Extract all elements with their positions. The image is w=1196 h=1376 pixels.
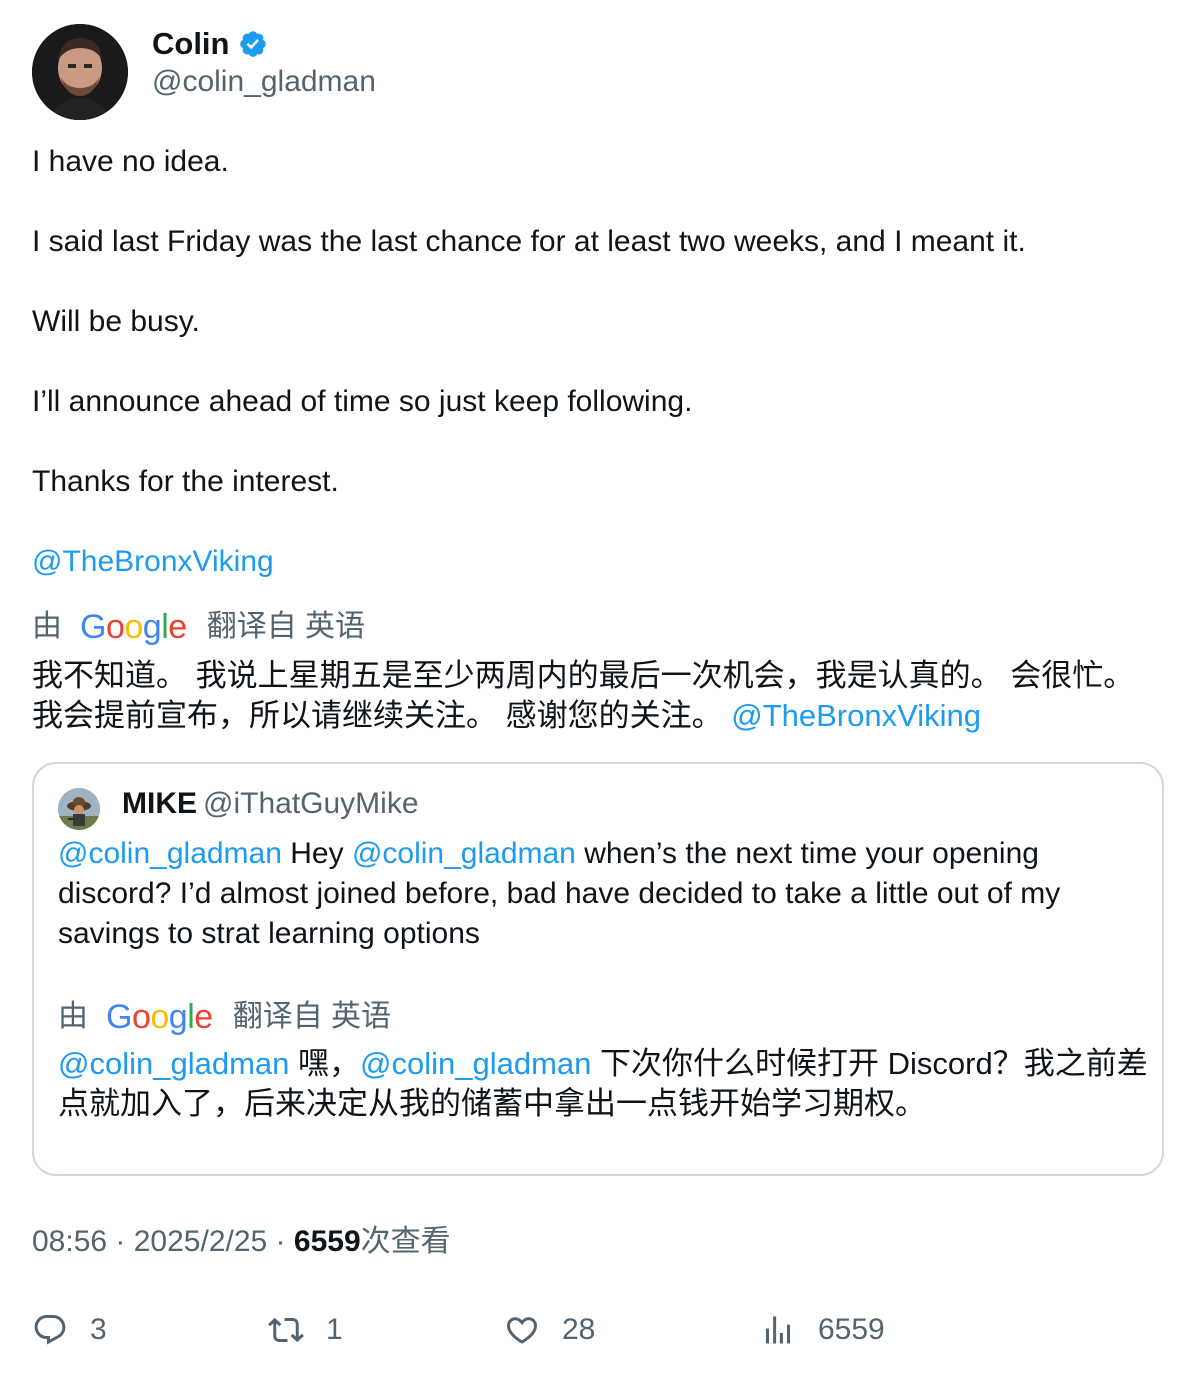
views-action-count: 6559 <box>818 1313 885 1346</box>
tweet-line: Will be busy. <box>32 305 200 338</box>
mention-link[interactable]: @TheBronxViking <box>32 545 274 578</box>
views-label: 次查看 <box>360 1225 451 1258</box>
tweet-line: Thanks for the interest. <box>32 465 339 498</box>
mention-link[interactable]: @colin_gladman <box>360 1046 591 1081</box>
translated-by-label: 由 <box>58 1000 88 1033</box>
reply-count: 3 <box>90 1313 107 1346</box>
views-button[interactable]: 6559 <box>760 1308 885 1352</box>
mention-link[interactable]: @colin_gladman <box>58 1046 289 1081</box>
reply-icon <box>34 1315 66 1345</box>
quoted-author-avatar[interactable] <box>58 788 100 830</box>
retweet-count: 1 <box>326 1313 343 1346</box>
tweet-line: I have no idea. <box>32 145 229 178</box>
quoted-translated-text: @colin_gladman 嘿，@colin_gladman 下次你什么时候打… <box>58 1044 1148 1124</box>
heart-icon <box>506 1317 538 1344</box>
meta-separator: · <box>267 1225 294 1258</box>
quoted-author-row[interactable]: MIKE @iThatGuyMike <box>122 784 419 824</box>
mention-link[interactable]: @colin_gladman <box>352 837 576 870</box>
google-logo: Google <box>106 998 213 1036</box>
author-handle[interactable]: @colin_gladman <box>152 64 376 100</box>
mention-link[interactable]: @TheBronxViking <box>731 698 981 733</box>
tweet-line: I said last Friday was the last chance f… <box>32 225 1026 258</box>
views-count: 6559 <box>293 1225 361 1258</box>
translated-from-label: 翻译自 英语 <box>232 1000 392 1033</box>
quoted-author-handle[interactable]: @iThatGuyMike <box>203 787 419 820</box>
tweet-line: I’ll announce ahead of time so just keep… <box>32 385 693 418</box>
quoted-translation-attribution: 由 Google 翻译自 英语 <box>58 997 391 1037</box>
retweet-button[interactable]: 1 <box>268 1308 343 1352</box>
translated-by-label: 由 <box>32 610 62 643</box>
tweet-header: Colin @colin_gladman <box>32 24 732 120</box>
meta-separator: · <box>107 1225 134 1258</box>
action-bar: 3 1 28 6559 <box>32 1308 1162 1352</box>
author-name[interactable]: Colin <box>152 26 230 62</box>
mention-link[interactable]: @colin_gladman <box>58 837 282 870</box>
tweet-text: I have no idea. I said last Friday was t… <box>32 142 1162 582</box>
quoted-text-segment: Hey <box>281 837 352 870</box>
quoted-text: @colin_gladman Hey @colin_gladman when’s… <box>58 834 1148 954</box>
translated-from-label: 翻译自 英语 <box>206 610 366 643</box>
translation-attribution: 由 Google 翻译自 英语 <box>32 607 365 647</box>
tweet-time[interactable]: 08:56 <box>32 1225 107 1258</box>
reply-button[interactable]: 3 <box>32 1308 107 1352</box>
quoted-author-name[interactable]: MIKE <box>122 787 197 820</box>
retweet-icon <box>268 1317 304 1343</box>
google-logo: Google <box>80 608 187 646</box>
quoted-tweet[interactable]: MIKE @iThatGuyMike @colin_gladman Hey @co… <box>32 762 1164 1176</box>
analytics-icon <box>766 1316 790 1344</box>
translated-text: 我不知道。 我说上星期五是至少两周内的最后一次机会，我是认真的。 会很忙。 我会… <box>32 656 1142 736</box>
author-avatar[interactable] <box>32 24 128 120</box>
like-count: 28 <box>562 1313 596 1346</box>
author-name-row[interactable]: Colin <box>152 26 268 62</box>
tweet-meta: 08:56 · 2025/2/25 · 6559次查看 <box>32 1222 451 1262</box>
quoted-translated-segment: 嘿， <box>289 1046 361 1081</box>
tweet-date[interactable]: 2025/2/25 <box>134 1225 267 1258</box>
verified-badge-icon <box>238 29 268 59</box>
like-button[interactable]: 28 <box>504 1308 595 1352</box>
